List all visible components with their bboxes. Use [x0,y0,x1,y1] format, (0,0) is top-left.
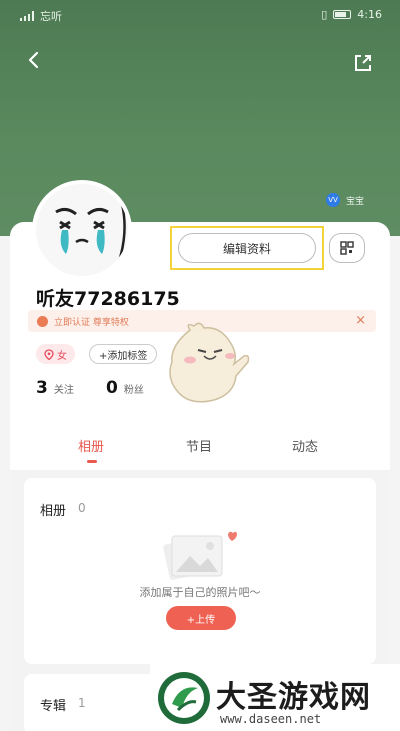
fans-label: 粉丝 [123,385,144,396]
empty-album-text: 添加属于自己的照片吧～ [139,586,261,599]
chevron-left-icon [28,51,39,69]
vip-badge[interactable]: VV 宝宝 [326,193,364,207]
follow-count: 3 [36,378,48,398]
back-button[interactable] [22,48,46,72]
site-watermark: 大圣游戏网 www.daseen.net [150,664,400,731]
tab-programs[interactable]: 节目 [186,436,212,455]
carrier-text: 忘听 [40,10,62,23]
verify-shield-icon [37,315,48,327]
gender-label: 女 [57,350,67,362]
add-tag-button[interactable]: +添加标签 [89,344,158,364]
albums-count: 1 [78,696,86,710]
edit-profile-button[interactable]: 编辑资料 [178,233,316,263]
site-logo-icon [158,672,210,724]
verify-text: 立即认证 尊享特权 [54,317,129,328]
qr-code-button[interactable] [329,233,365,263]
upload-button[interactable]: +上传 [166,606,236,630]
fans-stat[interactable]: 0 粉丝 [106,378,144,398]
fans-count: 0 [106,378,118,398]
album-title: 相册 [40,504,67,519]
crying-face-avatar-image [36,184,128,276]
status-right: ▯ 4:16 [321,8,382,21]
profile-screen: 忘听 ▯ 4:16 VV 宝宝 编辑资料 听友77286175 立即认证 尊享特… [0,0,400,731]
qr-code-icon [340,241,354,255]
albums-title: 专辑 [40,699,67,714]
watermark-title: 大圣游戏网 [216,680,371,715]
tab-album[interactable]: 相册 [78,436,104,455]
share-button[interactable] [352,52,374,74]
follow-stat[interactable]: 3 关注 [36,378,74,398]
share-icon [355,55,371,71]
duck-mascot-image [160,320,260,410]
tab-activity[interactable]: 动态 [292,436,318,455]
empty-photo-icon [158,528,238,584]
follow-label: 关注 [53,385,74,396]
gender-tag: 女 [36,344,75,364]
close-icon[interactable]: × [355,313,366,328]
signal-icon [20,11,34,21]
status-left: 忘听 [20,8,62,24]
watermark-url: www.daseen.net [220,712,322,726]
username: 听友77286175 [36,288,180,310]
avatar[interactable] [32,180,132,280]
active-tab-indicator [87,460,97,463]
status-bar: 忘听 ▯ 4:16 [0,0,400,28]
vip-icon: VV [326,193,340,207]
battery-icon [333,10,352,19]
vibrate-icon: ▯ [321,8,328,21]
album-count: 0 [78,501,86,515]
location-pin-icon [44,348,54,360]
status-time: 4:16 [357,8,382,21]
vip-label: 宝宝 [346,196,365,207]
profile-tabs: 相册 节目 动态 [10,436,390,466]
